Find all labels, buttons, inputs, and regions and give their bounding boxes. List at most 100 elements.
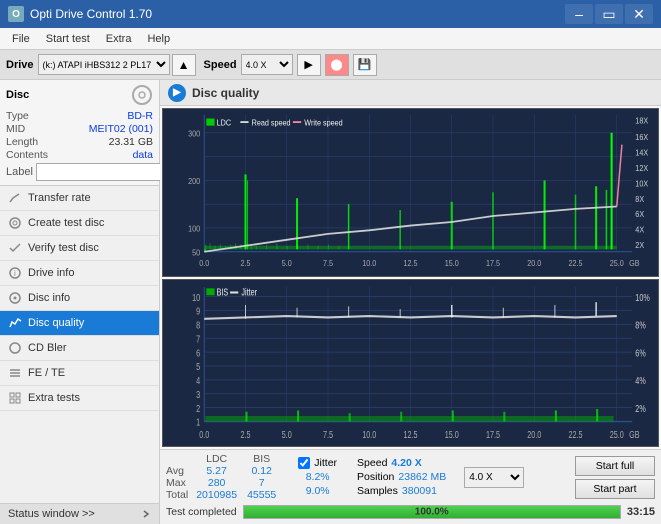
speed-select-top[interactable]: 4.0 X [241,54,293,75]
sidebar-item-extra-tests[interactable]: Extra tests [0,386,159,411]
minimize-button[interactable]: – [565,4,593,24]
sidebar-item-label: Verify test disc [28,242,99,254]
sidebar-item-label: Create test disc [28,217,104,229]
start-full-button[interactable]: Start full [575,456,655,476]
svg-text:8X: 8X [635,194,645,204]
status-text: Test completed [166,506,237,518]
maximize-button[interactable]: ▭ [595,4,623,24]
stats-max-ldc: 280 [196,477,247,489]
chart-ldc: 300 200 100 50 18X 16X 14X 12X 10X 8X 6X… [162,108,659,277]
sidebar-item-label: FE / TE [28,367,65,379]
disc-mid-row: MID MEIT02 (001) [6,123,153,135]
svg-text:10X: 10X [635,179,649,189]
svg-text:2%: 2% [635,402,646,413]
sidebar-item-label: Disc info [28,292,70,304]
speed-label: Speed [204,59,237,71]
disc-contents-row: Contents data [6,149,153,161]
sidebar-item-disc-info[interactable]: Disc info [0,286,159,311]
sidebar-item-drive-info[interactable]: i Drive info [0,261,159,286]
svg-text:GB: GB [629,429,640,440]
speed-icon-btn3[interactable]: 💾 [353,54,377,76]
position-value: 23862 MB [398,471,446,483]
close-button[interactable]: ✕ [625,4,653,24]
speed-select-bottom[interactable]: 4.0 X [464,467,524,488]
svg-text:7.5: 7.5 [323,259,333,269]
svg-text:22.5: 22.5 [568,259,582,269]
svg-text:10: 10 [192,291,200,302]
svg-text:4X: 4X [635,225,645,235]
disc-create-icon [8,216,22,230]
svg-text:1: 1 [196,416,200,427]
disc-label-row: Label [6,163,153,181]
chart-bis: 10 9 8 7 6 5 4 3 2 1 10% 8% 6% 4% 2% [162,279,659,448]
svg-text:17.5: 17.5 [486,259,500,269]
svg-text:BIS: BIS [217,286,229,297]
start-part-button[interactable]: Start part [575,479,655,499]
svg-text:GB: GB [629,259,639,269]
jitter-checkbox[interactable] [298,457,310,469]
speed-icon-btn2[interactable]: ⬤ [325,54,349,76]
status-window-button[interactable]: Status window >> [0,503,159,524]
drive-select[interactable]: (k:) ATAPI iHBS312 2 PL17 [38,54,170,75]
stats-max-bis: 7 [247,477,286,489]
eject-button[interactable]: ▲ [172,54,196,76]
charts-area: 300 200 100 50 18X 16X 14X 12X 10X 8X 6X… [160,106,661,449]
svg-text:15.0: 15.0 [445,429,459,440]
disc-length-label: Length [6,136,38,148]
stats-header-ldc: LDC [196,453,247,465]
svg-text:6X: 6X [635,210,645,220]
sidebar-item-disc-quality[interactable]: Disc quality [0,311,159,336]
svg-text:Jitter: Jitter [241,286,257,297]
sidebar-item-transfer-rate[interactable]: Transfer rate [0,186,159,211]
sidebar-item-fe-te[interactable]: FE / TE [0,361,159,386]
sidebar-item-label: Disc quality [28,317,84,329]
menu-help[interactable]: Help [139,28,178,49]
disc-length-row: Length 23.31 GB [6,136,153,148]
disc-label-input[interactable] [36,163,174,181]
disc-mid-value: MEIT02 (001) [89,123,153,135]
content-area: ▶ Disc quality [160,80,661,524]
menu-bar: File Start test Extra Help [0,28,661,50]
chart-bis-svg: 10 9 8 7 6 5 4 3 2 1 10% 8% 6% 4% 2% [163,280,658,447]
stats-max-label: Max [166,477,196,489]
sidebar-item-create-test-disc[interactable]: Create test disc [0,211,159,236]
window-controls: – ▭ ✕ [565,4,653,24]
svg-text:50: 50 [192,248,201,258]
stats-header-empty [166,453,196,465]
sidebar-item-label: Transfer rate [28,192,91,204]
menu-file[interactable]: File [4,28,38,49]
svg-text:4: 4 [196,374,200,385]
svg-text:7.5: 7.5 [323,429,333,440]
speed-label2: Speed [357,457,387,469]
window-title: Opti Drive Control 1.70 [30,7,152,21]
svg-text:8: 8 [196,319,200,330]
svg-text:i: i [14,269,16,278]
stats-header-bis: BIS [247,453,286,465]
samples-label: Samples [357,485,398,497]
sidebar-item-cd-bler[interactable]: CD Bler [0,336,159,361]
jitter-label: Jitter [314,457,337,469]
speed-icon-btn1[interactable]: ▶ [297,54,321,76]
svg-text:14X: 14X [635,148,649,158]
stats-total-bis: 45555 [247,489,286,501]
svg-text:20.0: 20.0 [527,429,541,440]
svg-text:6%: 6% [635,347,646,358]
svg-text:12.5: 12.5 [403,429,417,440]
menu-start-test[interactable]: Start test [38,28,98,49]
svg-text:2X: 2X [635,241,645,251]
svg-text:10.0: 10.0 [362,259,377,269]
sidebar: Disc Type BD-R MID MEIT02 (001) Length 2… [0,80,160,524]
check-icon [8,241,22,255]
svg-text:5.0: 5.0 [282,259,293,269]
disc2-icon [8,291,22,305]
menu-extra[interactable]: Extra [98,28,140,49]
speed-pos-section: Speed 4.20 X Position 23862 MB Samples 3… [357,457,446,497]
svg-text:12X: 12X [635,163,649,173]
stats-avg-ldc: 5.27 [196,465,247,477]
disc-quality-header: ▶ Disc quality [160,80,661,106]
svg-text:12.5: 12.5 [403,259,417,269]
svg-text:17.5: 17.5 [486,429,500,440]
chevron-right-icon [141,509,151,519]
sidebar-item-verify-test-disc[interactable]: Verify test disc [0,236,159,261]
progress-text: 100.0% [415,507,449,518]
